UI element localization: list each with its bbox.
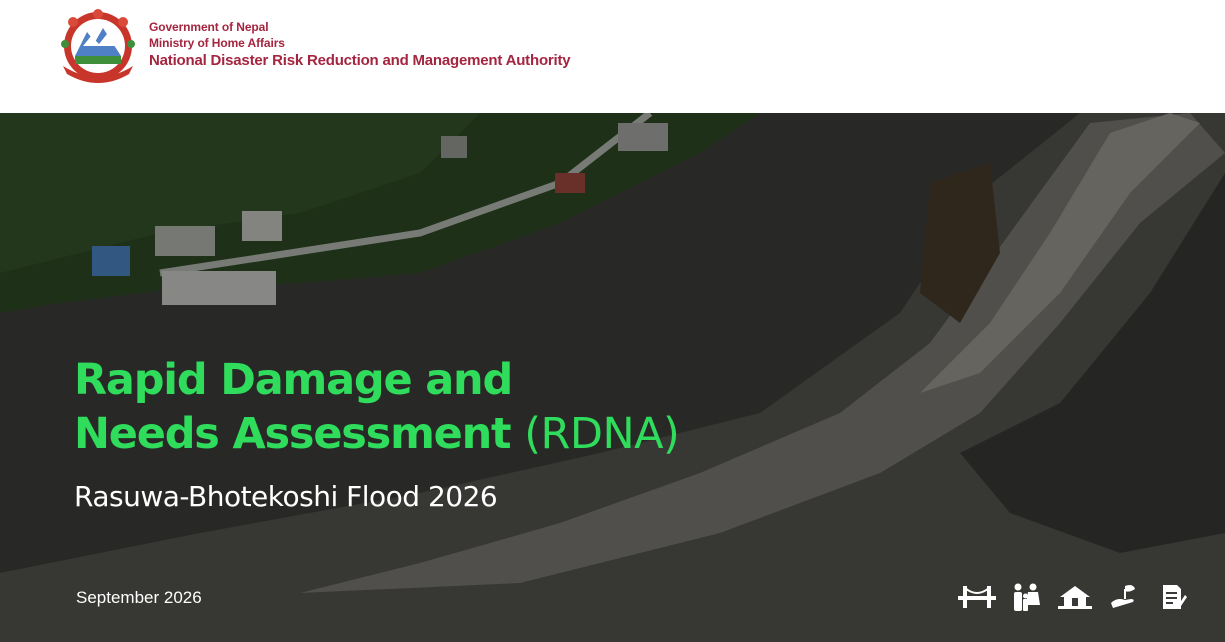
bridge-icon xyxy=(958,583,996,611)
title-line-1: Rapid Damage and xyxy=(74,355,513,405)
title-line-2: Needs Assessment (RDNA) xyxy=(74,407,680,461)
report-date: September 2026 xyxy=(76,588,202,607)
header: Government of Nepal Ministry of Home Aff… xyxy=(0,0,1225,113)
org-line-authority: National Disaster Risk Reduction and Man… xyxy=(149,52,571,69)
title-line-2-text: Needs Assessment xyxy=(74,409,512,459)
document-icon xyxy=(1154,583,1192,611)
hero-section: Rapid Damage and Needs Assessment (RDNA)… xyxy=(0,113,1225,642)
report-subtitle: Rasuwa-Bhotekoshi Flood 2026 xyxy=(74,480,498,513)
sector-icons xyxy=(958,583,1192,611)
hand-plant-icon xyxy=(1105,583,1143,611)
nepal-emblem-icon xyxy=(55,8,141,84)
family-icon xyxy=(1007,583,1045,611)
org-line-ministry: Ministry of Home Affairs xyxy=(149,36,285,50)
title-abbreviation: (RDNA) xyxy=(524,409,680,459)
house-icon xyxy=(1056,583,1094,611)
organization-block: Government of Nepal Ministry of Home Aff… xyxy=(149,19,571,71)
org-line-government: Government of Nepal xyxy=(149,20,269,34)
report-title: Rapid Damage and Needs Assessment (RDNA) xyxy=(74,353,680,461)
